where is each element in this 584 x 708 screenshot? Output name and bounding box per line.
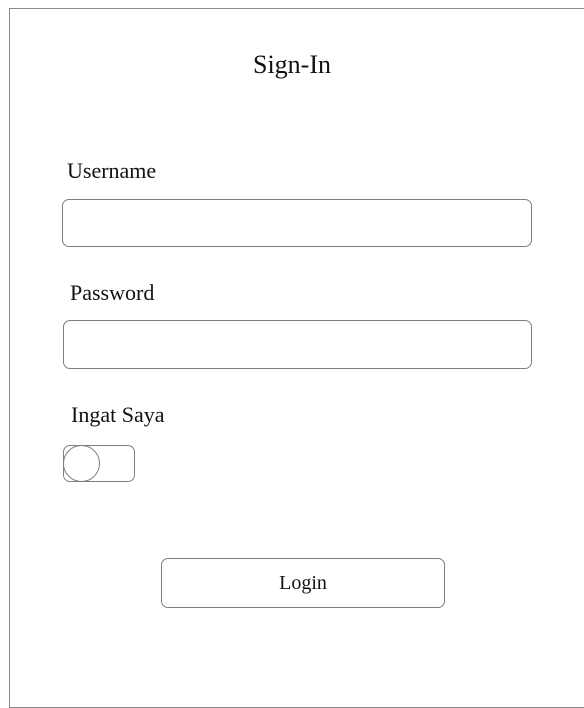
username-input[interactable]	[62, 199, 532, 247]
username-label: Username	[67, 158, 157, 183]
login-button[interactable]: Login	[161, 558, 445, 608]
password-input[interactable]	[63, 320, 532, 369]
toggle-knob	[63, 445, 100, 482]
remember-me-label: Ingat Saya	[71, 402, 165, 427]
page-title: Sign-In	[253, 50, 331, 79]
remember-me-toggle[interactable]	[63, 445, 135, 482]
password-label: Password	[70, 280, 155, 305]
